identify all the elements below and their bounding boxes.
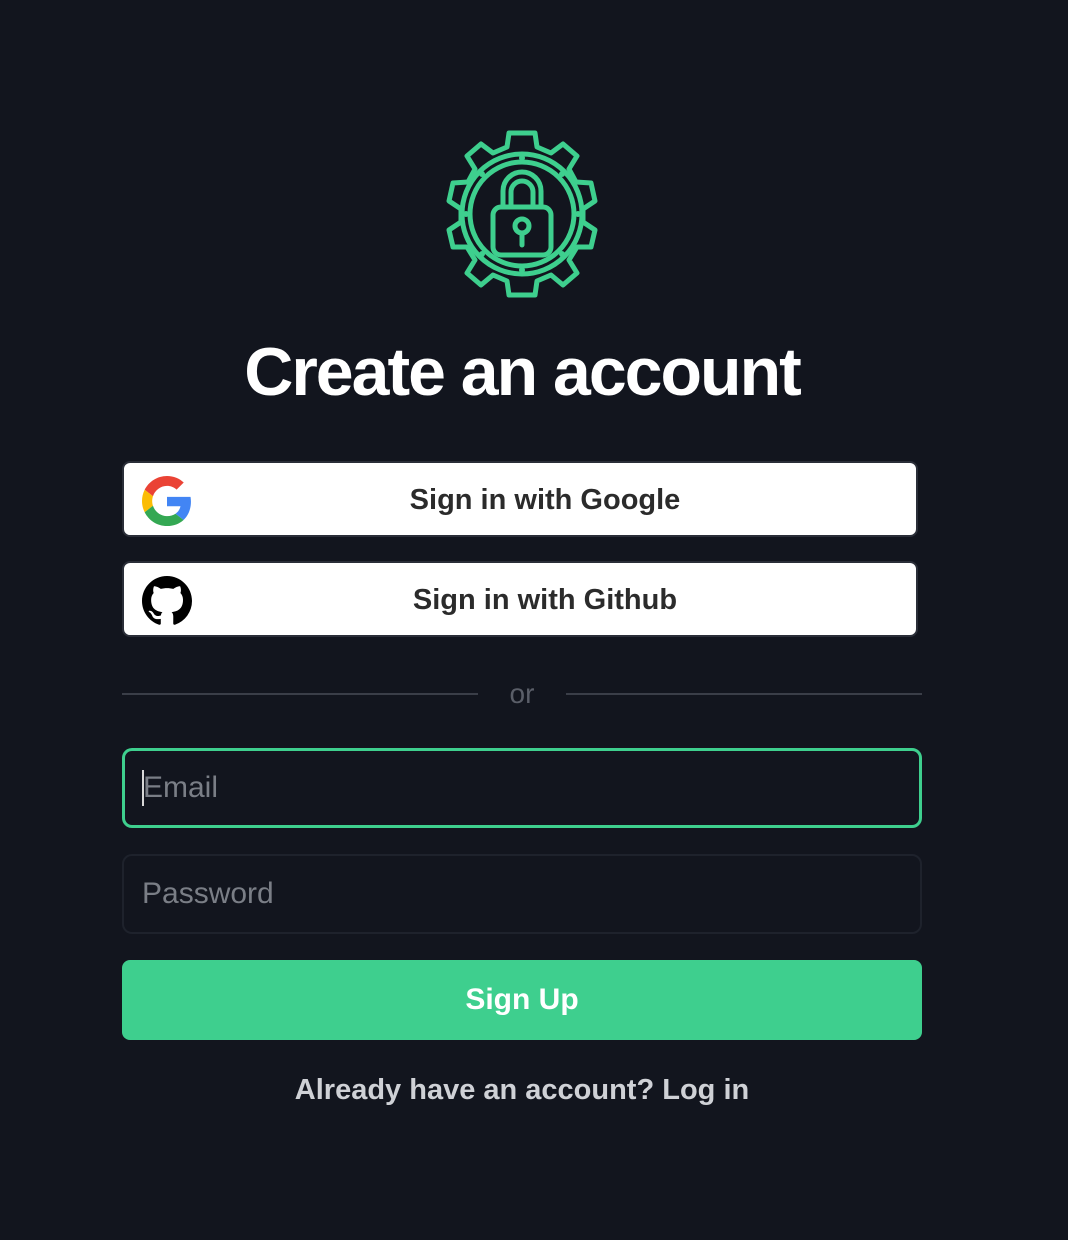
github-signin-label: Sign in with Github [412,584,678,616]
page-title: Create an account [244,334,802,410]
or-divider: or [122,674,922,714]
divider-line-left [122,693,478,695]
github-signin-button[interactable]: Sign in with Github [122,561,918,637]
sign-up-button[interactable]: Sign Up [122,960,922,1040]
text-caret [142,770,144,806]
gear-lock-icon [446,130,598,298]
email-field[interactable] [122,748,922,828]
divider-text: or [509,678,535,709]
login-link[interactable]: Already have an account? Log in [0,1068,1044,1112]
signup-page: Create an account Sign in with Google Si… [0,0,1068,1240]
google-signin-button[interactable]: Sign in with Google [122,461,918,537]
divider-line-right [566,693,922,695]
google-signin-label: Sign in with Google [409,484,681,516]
password-field[interactable] [122,854,922,934]
